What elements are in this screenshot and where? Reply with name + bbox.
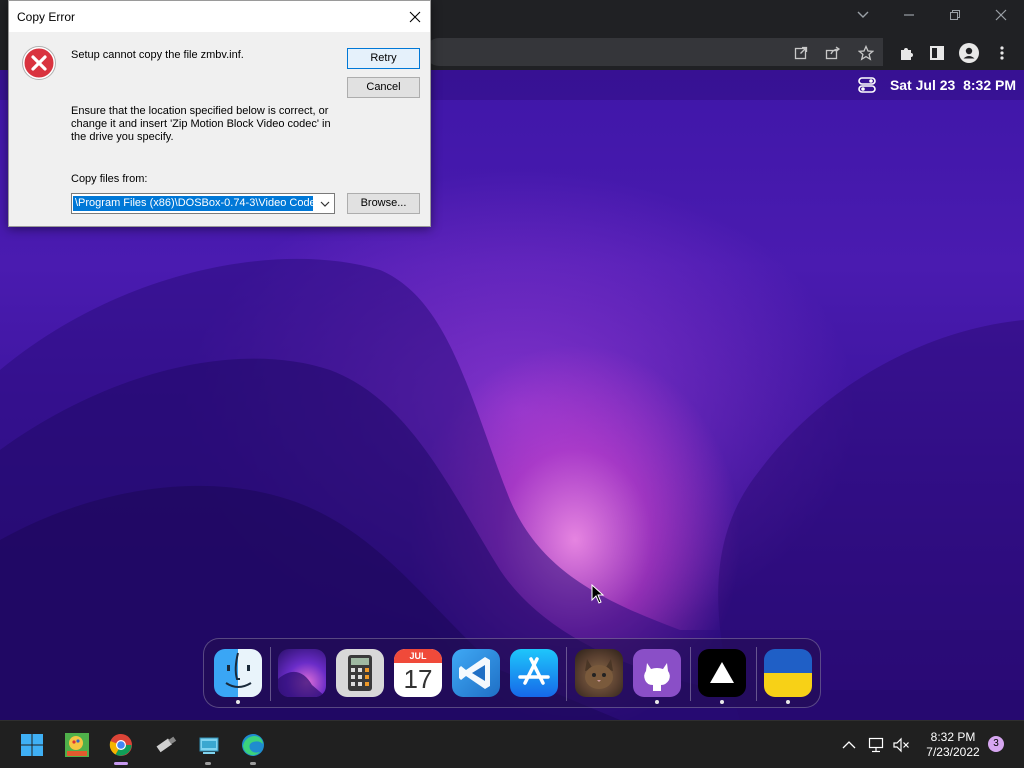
taskbar-clock[interactable]: 8:32 PM 7/23/2022	[918, 730, 988, 760]
vscode-icon	[459, 657, 490, 689]
show-hidden-icons-chevron-up-icon[interactable]	[836, 730, 862, 760]
star-icon[interactable]	[855, 42, 877, 64]
copy-from-path-value[interactable]: \Program Files (x86)\DOSBox-0.74-3\Video…	[73, 196, 313, 211]
dialog-close-icon[interactable]	[405, 7, 425, 27]
taskbar-date: 7/23/2022	[926, 745, 980, 759]
dock-app-cat-photo[interactable]	[575, 649, 623, 697]
minimize-icon[interactable]	[898, 4, 920, 26]
wallpaper-app-icon	[278, 671, 326, 697]
dock: JUL 17	[203, 638, 821, 708]
address-bar[interactable]	[425, 38, 883, 66]
control-center-icon[interactable]	[858, 76, 876, 99]
copy-error-dialog: Copy Error Setup cannot copy the file zm…	[8, 0, 431, 227]
ukraine-flag-icon	[764, 649, 812, 697]
calendar-month: JUL	[409, 651, 427, 661]
menu-icon[interactable]	[991, 42, 1013, 64]
dock-app-finder[interactable]	[214, 649, 262, 697]
dock-app-calendar[interactable]: JUL 17	[394, 649, 442, 697]
dialog-title: Copy Error	[17, 10, 76, 24]
chrome-icon[interactable]	[106, 730, 136, 760]
start-icon[interactable]	[17, 730, 47, 760]
finder-icon	[225, 652, 252, 688]
error-instructions: Ensure that the location specified below…	[71, 105, 331, 143]
appstore-icon	[518, 657, 550, 685]
taskbar: 8:32 PM 7/23/2022 3	[0, 720, 1024, 768]
share-icon[interactable]	[822, 42, 844, 64]
edge-icon[interactable]	[238, 730, 268, 760]
dock-app-appstore[interactable]	[510, 649, 558, 697]
running-indicator	[655, 700, 659, 704]
volume-muted-icon[interactable]	[888, 730, 914, 760]
dock-separator	[756, 647, 757, 701]
paint-icon[interactable]	[62, 730, 92, 760]
browse-button[interactable]: Browse...	[347, 193, 420, 214]
extensions-icon[interactable]	[895, 42, 917, 64]
restore-icon[interactable]	[944, 4, 966, 26]
running-indicator	[236, 700, 240, 704]
dock-app-calculator[interactable]	[336, 649, 384, 697]
github-icon	[644, 663, 670, 691]
cancel-button[interactable]: Cancel	[347, 77, 420, 98]
dialog-titlebar[interactable]: Copy Error	[9, 1, 430, 32]
dock-app-github-desktop[interactable]	[633, 649, 681, 697]
cat-photo-icon	[585, 659, 613, 689]
dock-separator	[566, 647, 567, 701]
menu-bar-clock[interactable]: Sat Jul 23 8:32 PM	[890, 77, 1016, 93]
calculator-icon	[348, 655, 372, 691]
dock-separator	[270, 647, 271, 701]
dock-app-vercel[interactable]	[698, 649, 746, 697]
profile-icon[interactable]	[958, 42, 980, 64]
active-app-indicator	[114, 762, 128, 765]
usb-drive-icon[interactable]	[150, 730, 180, 760]
mouse-cursor-icon	[591, 583, 605, 609]
dock-separator	[690, 647, 691, 701]
side-panel-icon[interactable]	[926, 42, 948, 64]
tab-search-icon[interactable]	[852, 4, 874, 26]
running-app-indicator	[250, 762, 256, 765]
running-indicator	[720, 700, 724, 704]
error-message: Setup cannot copy the file zmbv.inf.	[71, 49, 244, 61]
close-window-icon[interactable]	[990, 4, 1012, 26]
retry-button[interactable]: Retry	[347, 48, 420, 69]
dock-app-wallpaper[interactable]	[278, 649, 326, 697]
network-icon[interactable]	[864, 730, 890, 760]
chevron-down-icon[interactable]	[318, 197, 332, 211]
vercel-icon	[710, 662, 734, 683]
error-icon	[22, 46, 56, 85]
calendar-day: 17	[403, 664, 433, 694]
copy-from-combobox[interactable]: \Program Files (x86)\DOSBox-0.74-3\Video…	[71, 193, 335, 214]
dock-app-ukraine[interactable]	[764, 649, 812, 697]
taskbar-time: 8:32 PM	[930, 730, 976, 744]
running-app-indicator	[205, 762, 211, 765]
running-indicator	[786, 700, 790, 704]
dosbox-icon[interactable]	[194, 730, 224, 760]
copy-from-label: Copy files from:	[71, 173, 148, 185]
open-in-new-icon[interactable]	[790, 42, 812, 64]
notification-badge[interactable]: 3	[988, 736, 1004, 752]
dock-app-vscode[interactable]	[452, 649, 500, 697]
